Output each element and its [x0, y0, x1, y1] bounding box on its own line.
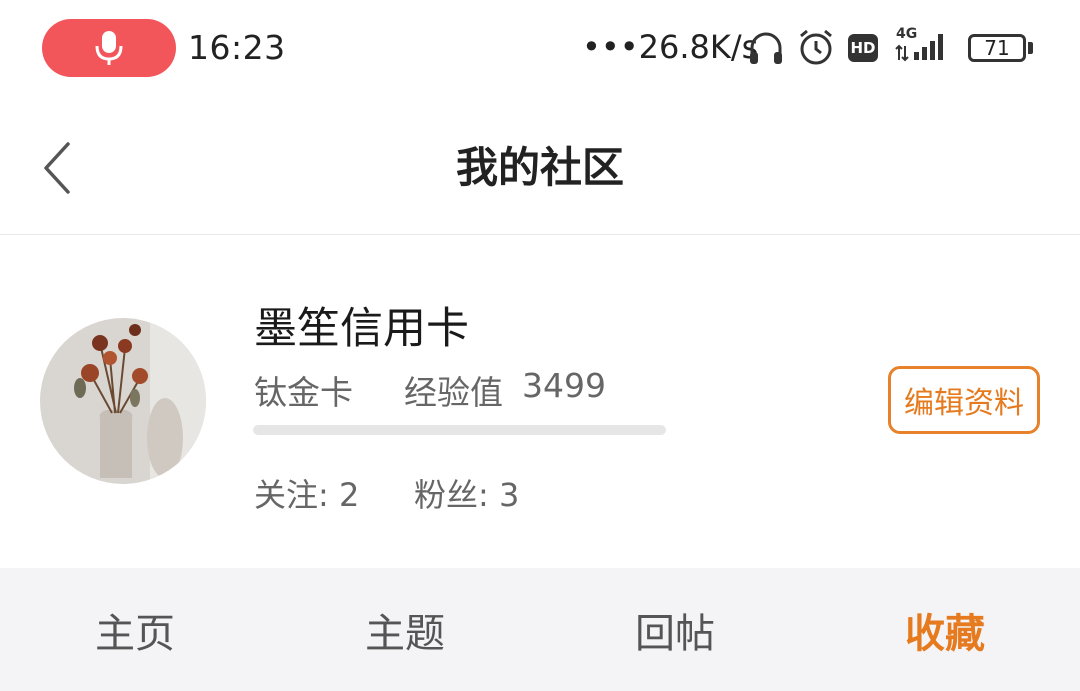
headset-icon — [750, 32, 782, 64]
clock: 16:23 — [188, 28, 286, 67]
signal-icon — [895, 34, 943, 62]
follow-count[interactable]: 关注: 2 — [254, 470, 359, 516]
experience-value: 3499 — [522, 366, 606, 405]
experience-label: 经验值 — [404, 373, 503, 412]
edit-profile-button[interactable]: 编辑资料 — [888, 366, 1040, 434]
page-title: 我的社区 — [455, 143, 624, 192]
battery-icon: 71 — [968, 34, 1026, 62]
network-speed: •••26.8K/s — [582, 28, 759, 66]
member-level: 钛金卡 — [254, 373, 353, 412]
status-bar: 16:23 •••26.8K/s HD 4G 71 — [0, 0, 1080, 96]
tab-bar: 主页 主题 回帖 收藏 — [0, 568, 1080, 691]
recording-indicator[interactable] — [42, 19, 176, 77]
microphone-icon — [95, 31, 123, 65]
battery-tip — [1028, 42, 1033, 54]
tab-topics[interactable]: 主题 — [270, 568, 540, 691]
tab-replies[interactable]: 回帖 — [540, 568, 810, 691]
username: 墨笙信用卡 — [254, 304, 469, 354]
navigation-bar: 我的社区 — [0, 96, 1080, 235]
avatar[interactable] — [40, 318, 206, 484]
fans-count[interactable]: 粉丝: 3 — [414, 470, 519, 516]
battery-level: 71 — [984, 36, 1010, 60]
alarm-icon — [800, 29, 832, 65]
tab-home[interactable]: 主页 — [0, 568, 270, 691]
dried-flowers-image — [40, 318, 206, 484]
hd-icon: HD — [848, 34, 878, 62]
tab-favorites[interactable]: 收藏 — [810, 568, 1080, 691]
experience-progress-bar — [253, 425, 666, 435]
